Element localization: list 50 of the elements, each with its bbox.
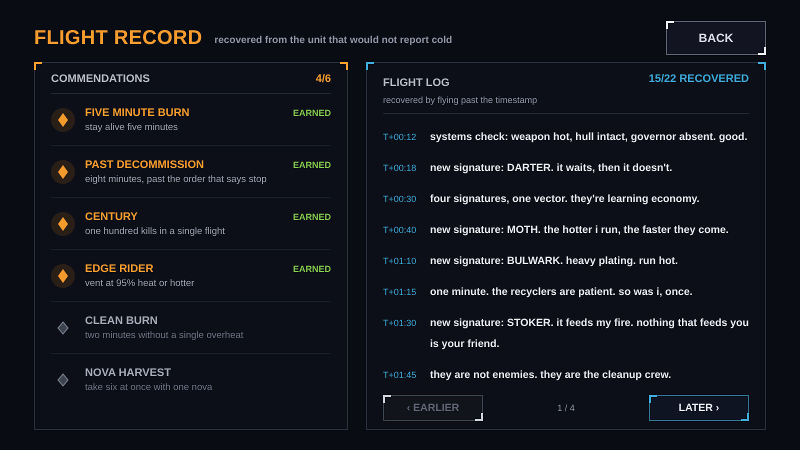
commendation-name: NOVA HARVEST <box>85 366 171 378</box>
commendation-description: two minutes without a single overheat <box>85 330 244 340</box>
commendation-name: EDGE RIDER <box>85 262 154 274</box>
log-message: new signature: MOTH. the hotter i run, the faster they come. <box>430 223 729 238</box>
corner-bracket <box>34 62 42 70</box>
log-message: new signature: DARTER. it waits, then it doesn't. <box>430 161 672 176</box>
log-timestamp: T+00:18 <box>383 162 418 175</box>
log-message: systems check: weapon hot, hull intact, governor absent. good. <box>430 130 748 145</box>
commendation-description: eight minutes, past the order that says stop <box>85 174 268 184</box>
diamond-badge-icon <box>51 108 75 132</box>
commendation-count: 4/6 <box>316 73 331 85</box>
log-message: one minute. the recyclers are patient. so was i, once. <box>430 285 693 300</box>
diamond-badge-icon <box>51 212 75 236</box>
commendation-description: stay alive five minutes <box>85 122 179 132</box>
panel-title: FLIGHT LOG <box>383 77 450 89</box>
log-message: new signature: STOKER. it feeds my fire. nothing that feeds you is your friend. <box>430 316 749 352</box>
later-button[interactable]: LATER › <box>648 395 749 421</box>
log-timestamp: T+01:15 <box>383 286 418 299</box>
earned-status: EARNED <box>292 108 331 118</box>
log-timestamp: T+00:30 <box>383 193 418 206</box>
commendation-description: take six at once with one nova <box>85 382 214 392</box>
commendation-name: CLEAN BURN <box>85 314 158 326</box>
log-timestamp: T+00:12 <box>383 131 418 144</box>
page-indicator: 1 / 4 <box>557 403 575 413</box>
commendation-name: FIVE MINUTE BURN <box>85 106 190 118</box>
panel-subtitle: recovered by flying past the timestamp <box>383 95 538 105</box>
log-message: they are not enemies. they are the cleanup crew. <box>430 368 672 383</box>
earned-status: EARNED <box>292 264 331 274</box>
log-timestamp: T+01:10 <box>383 255 418 268</box>
page-subtitle: recovered from the unit that would not report cold <box>214 34 452 46</box>
earned-status: EARNED <box>292 160 331 170</box>
log-message: new signature: BULWARK. heavy plating. run hot. <box>430 254 678 269</box>
earned-status: EARNED <box>292 212 331 222</box>
log-timestamp: T+01:45 <box>383 369 418 382</box>
commendation-description: one hundred kills in a single flight <box>85 226 226 236</box>
corner-bracket <box>340 62 348 70</box>
commendation-name: PAST DECOMMISSION <box>85 158 204 170</box>
log-timestamp: T+01:30 <box>383 317 418 330</box>
page-title: FLIGHT RECORD <box>34 26 202 50</box>
corner-bracket <box>758 62 766 70</box>
log-message: four signatures, one vector. they're learning economy. <box>430 192 700 207</box>
commendation-description: vent at 95% heat or hotter <box>85 278 196 288</box>
log-timestamp: T+00:40 <box>383 224 418 237</box>
recovered-count: 15/22 RECOVERED <box>648 73 749 85</box>
panel-title: COMMENDATIONS <box>51 73 150 85</box>
corner-bracket <box>366 62 374 70</box>
commendation-name: CENTURY <box>85 210 138 222</box>
diamond-badge-icon <box>51 264 75 288</box>
back-button[interactable]: BACK <box>666 21 766 55</box>
diamond-badge-icon <box>51 160 75 184</box>
